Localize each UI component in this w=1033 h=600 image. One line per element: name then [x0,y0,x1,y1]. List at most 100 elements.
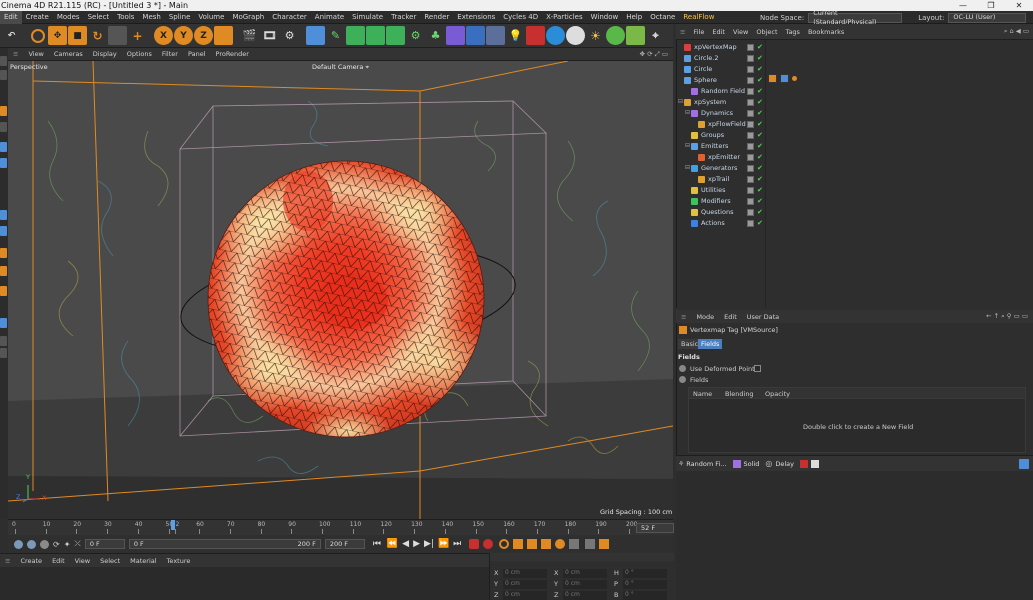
visibility-toggle[interactable] [747,77,754,84]
visibility-toggle[interactable] [747,110,754,117]
move-tool-icon[interactable]: ✥ [48,26,67,45]
menu-window[interactable]: Window [587,11,623,24]
material-menu-material[interactable]: Material [125,557,161,565]
recent-tools-icon[interactable] [108,26,127,45]
subdivision-icon[interactable] [346,26,365,45]
visibility-toggle[interactable] [747,99,754,106]
viewport-nav-icons[interactable]: ✥ ⟳ ⤢ ▭ [635,50,673,59]
mograph-icon[interactable]: ⚙ [406,26,425,45]
make-editable-icon[interactable] [0,56,7,66]
octane-live-icon[interactable] [546,26,565,45]
frame-range-slider[interactable]: 0 F 200 F [128,539,321,549]
menu-select[interactable]: Select [84,11,114,24]
object-row[interactable]: Sphere ✔ [676,75,1033,86]
timeline-window-icon[interactable] [585,539,596,549]
octane-settings-icon[interactable] [606,26,625,45]
material-menu-texture[interactable]: Texture [162,557,196,565]
snap-icon[interactable]: ⌖ [646,26,665,45]
autokeying-icon[interactable] [483,539,494,549]
object-row[interactable]: xpEmitter ✔ [676,152,1033,163]
coord-field[interactable]: 0 ° [623,591,667,600]
render-picture-viewer-icon[interactable]: 🎞 [260,26,279,45]
viewport-camera-label[interactable]: Default Camera ⌖ [312,63,369,72]
render-view-icon[interactable]: 🎬 [240,26,259,45]
keyframe-sphere3-icon[interactable] [40,539,49,549]
key-scale-icon[interactable] [527,539,538,549]
enabled-check-icon[interactable]: ✔ [757,110,763,117]
object-row[interactable]: ⊟ xpSystem ✔ [676,97,1033,108]
use-deformed-points-keyframe-icon[interactable] [679,365,686,372]
keyframe-sphere-icon[interactable] [14,539,23,549]
menu-realflow[interactable]: RealFlow [679,11,718,24]
attribute-grip-icon[interactable]: ≡ [676,313,691,321]
scale-tool-icon[interactable]: ■ [68,26,87,45]
layout-toggle-icon[interactable] [599,539,610,549]
autokey-icon[interactable]: ⤫ [74,539,80,549]
object-row[interactable]: ⊟ Dynamics ✔ [676,108,1033,119]
coord-field[interactable]: 0 cm [563,569,607,578]
model-mode-icon[interactable] [0,70,7,80]
object-menu-bookmarks[interactable]: Bookmarks [804,28,848,36]
deformer-icon[interactable] [446,26,465,45]
object-row[interactable]: xpVertexMap ✔ [676,42,1033,53]
menu-modes[interactable]: Modes [53,11,84,24]
menu-xparticles[interactable]: X-Particles [542,11,586,24]
solo-icon[interactable] [0,348,7,358]
viewport-perspective[interactable]: Perspective Default Camera ⌖ Grid Spacin… [8,61,673,519]
cube-icon[interactable] [306,26,325,45]
coord-field[interactable]: 0 cm [503,591,547,600]
visibility-toggle[interactable] [747,198,754,205]
menu-cycles4d[interactable]: Cycles 4D [499,11,542,24]
fields-col-name[interactable]: Name [693,390,712,398]
enabled-check-icon[interactable]: ✔ [757,198,763,205]
enabled-check-icon[interactable]: ✔ [757,99,763,106]
menu-volume[interactable]: Volume [194,11,228,24]
rotate-tool-icon[interactable]: ↻ [88,26,107,45]
undo-icon[interactable]: ↶ [2,26,21,45]
viewport-menu-display[interactable]: Display [88,50,122,58]
visibility-toggle[interactable] [747,66,754,73]
object-row[interactable]: Actions ✔ [676,218,1033,229]
layer-solid[interactable]: Solid [744,460,760,468]
x-axis-icon[interactable]: X [154,26,173,45]
key-param-icon[interactable] [555,539,566,549]
menu-simulate[interactable]: Simulate [348,11,387,24]
visibility-toggle[interactable] [747,187,754,194]
sphere-tag-vertexmap-icon[interactable] [780,74,789,83]
pen-spline-icon[interactable]: ✎ [326,26,345,45]
sphere-tag-octane-icon[interactable] [768,74,777,83]
keyframe-sphere2-icon[interactable] [27,539,36,549]
attribute-nav-icons[interactable]: ← ↑ ⌕ ⚲ ▭ ▭ [981,312,1033,321]
menu-help[interactable]: Help [622,11,646,24]
sky-icon[interactable] [486,26,505,45]
enabled-check-icon[interactable]: ✔ [757,187,763,194]
layer-folder-icon[interactable] [811,459,819,468]
tweak-icon[interactable] [0,266,7,276]
realflow-icon[interactable] [626,26,645,45]
material-menu-edit[interactable]: Edit [47,557,70,565]
coord-field[interactable]: 0 cm [563,591,607,600]
object-row[interactable]: Circle.2 ✔ [676,53,1033,64]
coord-field[interactable]: 0 cm [503,580,547,589]
viewport-menu-filter[interactable]: Filter [157,50,183,58]
attribute-menu-userdata[interactable]: User Data [742,313,784,321]
node-space-select[interactable]: Current (Standard/Physical) [808,9,903,26]
layer-delay[interactable]: Delay [775,460,794,468]
visibility-toggle[interactable] [747,143,754,150]
object-row[interactable]: xpFlowField ✔ [676,119,1033,130]
octane-sun-icon[interactable]: ☀ [586,26,605,45]
y-axis-icon[interactable]: Y [174,26,193,45]
expand-toggle-icon[interactable]: ⊟ [685,164,690,171]
live-selection-icon[interactable] [31,28,45,43]
layer-random-field[interactable]: Random Fi... [686,460,726,468]
menu-animate[interactable]: Animate [311,11,348,24]
fields-col-blending[interactable]: Blending [725,390,754,398]
workplane-lock-icon[interactable] [0,318,7,328]
current-frame-field[interactable]: 52 F [636,523,674,533]
enabled-check-icon[interactable]: ✔ [757,209,763,216]
fracture-icon[interactable]: ♣ [426,26,445,45]
record-icon[interactable] [469,539,480,549]
object-row[interactable]: ⊟ Emitters ✔ [676,141,1033,152]
object-menu-object[interactable]: Object [752,28,781,36]
viewport-grip-icon[interactable]: ≡ [8,50,23,58]
